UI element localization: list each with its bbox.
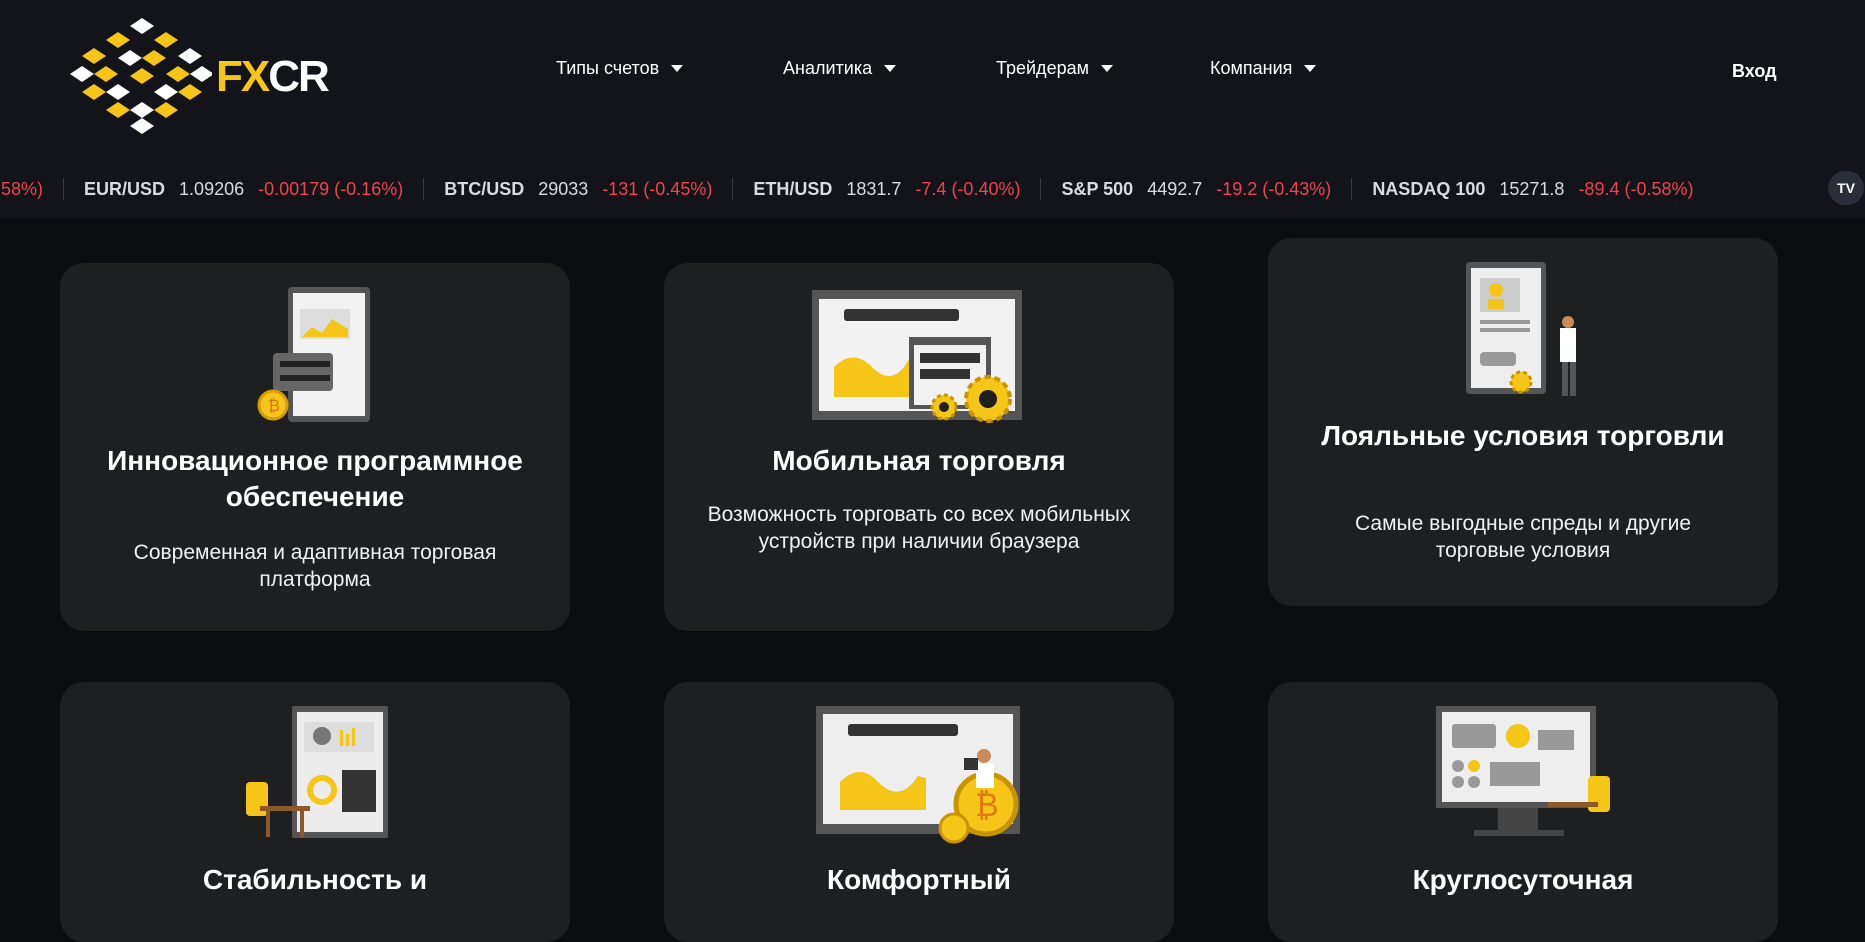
ticker-item[interactable]: NASDAQ 100 15271.8 -89.4 (-0.58%) xyxy=(1352,179,1713,200)
ticker-track: .58%) EUR/USD 1.09206 -0.00179 (-0.16%) … xyxy=(0,178,1714,200)
nav-label: Аналитика xyxy=(783,58,873,78)
ticker-price: 29033 xyxy=(538,178,589,199)
ticker-price: 1831.7 xyxy=(846,178,902,199)
card-title: Мобильная торговля xyxy=(772,445,1066,476)
logo-cubes-icon xyxy=(70,18,212,134)
card-text: Современная и адаптивная торговая платфо… xyxy=(133,541,497,591)
ticker-symbol: BTC/USD xyxy=(444,178,525,199)
ticker-price: 1.09206 xyxy=(179,178,245,199)
feature-card-conditions: Лояльные условия торговли Самые выгодные… xyxy=(1268,238,1778,606)
ticker-symbol: NASDAQ 100 xyxy=(1372,178,1486,199)
login-link[interactable]: Вход xyxy=(1732,61,1777,82)
ticker-item[interactable]: EUR/USD 1.09206 -0.00179 (-0.16%) xyxy=(64,179,423,200)
feature-card-mobile: Мобильная торговля Возможность торговать… xyxy=(664,263,1174,631)
ticker-item[interactable]: BTC/USD 29033 -131 (-0.45%) xyxy=(424,179,732,200)
chevron-down-icon xyxy=(1304,65,1317,72)
ticker-change: -19.2 (-0.43%) xyxy=(1216,178,1332,199)
ticker-item[interactable]: S&P 500 4492.7 -19.2 (-0.43%) xyxy=(1041,179,1351,200)
feature-card-software: ₿ Инновационное программное обеспечение … xyxy=(60,263,570,631)
feature-card-support: Круглосуточная xyxy=(1268,682,1778,942)
card-text: Самые выгодные спреды и другие торговые … xyxy=(1354,512,1692,562)
card-title: Стабильность и xyxy=(202,864,428,895)
ticker-item[interactable]: .58%) xyxy=(0,179,63,200)
ticker-price: 15271.8 xyxy=(1499,178,1565,199)
chevron-down-icon xyxy=(1100,65,1113,72)
workspace-illustration-icon xyxy=(246,706,388,838)
ticker-symbol: EUR/USD xyxy=(84,178,166,199)
ticker-change: -7.4 (-0.40%) xyxy=(915,178,1021,199)
chevron-down-icon xyxy=(884,65,897,72)
nav-label: Трейдерам xyxy=(996,58,1089,78)
crypto-laptop-illustration-icon: ₿ xyxy=(816,706,1020,844)
tradingview-logo-icon[interactable]: TV xyxy=(1828,171,1864,205)
card-title: Лояльные условия торговли xyxy=(1321,420,1725,451)
nav-label: Компания xyxy=(1210,58,1293,78)
nav-item-account-types[interactable]: Типы счетов xyxy=(556,58,684,79)
feature-card-stability: Стабильность и xyxy=(60,682,570,942)
brand-logo[interactable]: FXCR xyxy=(62,16,330,134)
price-ticker: .58%) EUR/USD 1.09206 -0.00179 (-0.16%) … xyxy=(0,160,1865,218)
nav-item-company[interactable]: Компания xyxy=(1210,58,1317,79)
nav-item-traders[interactable]: Трейдерам xyxy=(996,58,1113,79)
card-title: Комфортный xyxy=(827,864,1011,895)
svg-text:₿: ₿ xyxy=(268,396,280,415)
card-text: Возможность торговать со всех мобильных … xyxy=(707,503,1131,553)
support-desk-illustration-icon xyxy=(1436,706,1610,836)
feature-card-comfort: ₿ Комфортный xyxy=(664,682,1174,942)
logo-text: FXCR xyxy=(216,52,330,101)
nav-item-analytics[interactable]: Аналитика xyxy=(783,58,897,79)
chevron-down-icon xyxy=(671,65,684,72)
ticker-symbol: S&P 500 xyxy=(1061,178,1134,199)
ticker-change: -131 (-0.45%) xyxy=(602,178,713,199)
nav-label: Типы счетов xyxy=(556,58,660,78)
ticker-change: -0.00179 (-0.16%) xyxy=(258,178,404,199)
card-title: Круглосуточная xyxy=(1412,864,1634,895)
ticker-item[interactable]: ETH/USD 1831.7 -7.4 (-0.40%) xyxy=(733,179,1040,200)
tablet-illustration-icon: ₿ xyxy=(257,287,370,422)
presenter-illustration-icon xyxy=(1466,262,1576,396)
ticker-symbol: ETH/USD xyxy=(753,178,833,199)
ticker-price: 4492.7 xyxy=(1147,178,1203,199)
laptop-illustration-icon xyxy=(812,290,1022,423)
ticker-change: .58%) xyxy=(0,178,44,199)
ticker-change: -89.4 (-0.58%) xyxy=(1578,178,1694,199)
svg-text:₿: ₿ xyxy=(975,786,999,824)
card-title: Инновационное программное обеспечение xyxy=(107,445,523,512)
site-header: FXCR Типы счетов Аналитика Трейдерам Ком… xyxy=(0,0,1865,160)
